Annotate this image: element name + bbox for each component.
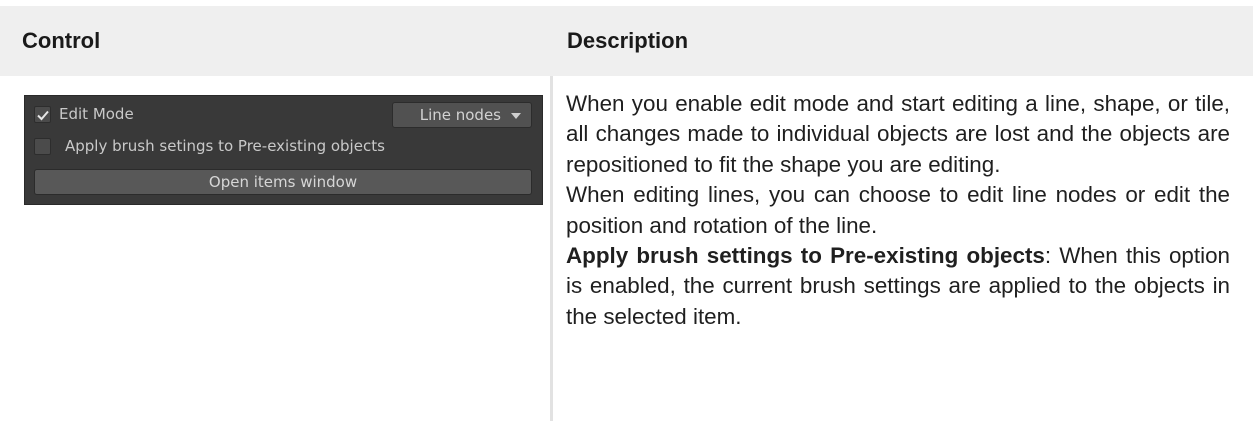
edit-mode-row: Edit Mode Line nodes xyxy=(25,102,542,128)
apply-settings-label: Apply brush setings to Pre-existing obje… xyxy=(65,137,385,155)
controls-table: Control Description Edit Mode Line nodes… xyxy=(0,0,1253,421)
column-divider xyxy=(550,76,553,421)
header-description: Description xyxy=(567,28,689,53)
edit-mode-dropdown[interactable]: Line nodes xyxy=(392,102,532,128)
description-paragraph-2: When editing lines, you can choose to ed… xyxy=(566,182,1230,238)
edit-mode-label: Edit Mode xyxy=(59,105,134,123)
table-header: Control Description xyxy=(0,6,1253,76)
description-paragraph-1: When you enable edit mode and start edit… xyxy=(566,91,1230,177)
description-cell: When you enable edit mode and start edit… xyxy=(566,89,1230,332)
checkmark-icon xyxy=(37,110,49,121)
header-control: Control xyxy=(22,28,101,53)
edit-mode-checkbox[interactable] xyxy=(34,106,51,123)
apply-settings-checkbox[interactable] xyxy=(34,138,51,155)
dropdown-arrow-icon xyxy=(511,113,521,119)
apply-option-term: Apply brush settings to Pre-existing obj… xyxy=(566,243,1045,269)
inspector-panel-screenshot: Edit Mode Line nodes Apply brush setings… xyxy=(24,95,543,205)
dropdown-value: Line nodes xyxy=(419,106,501,124)
open-items-window-button[interactable]: Open items window xyxy=(34,169,532,195)
description-paragraph-3: Apply brush settings to Pre-existing obj… xyxy=(566,241,1230,332)
apply-settings-row: Apply brush setings to Pre-existing obje… xyxy=(25,134,542,160)
